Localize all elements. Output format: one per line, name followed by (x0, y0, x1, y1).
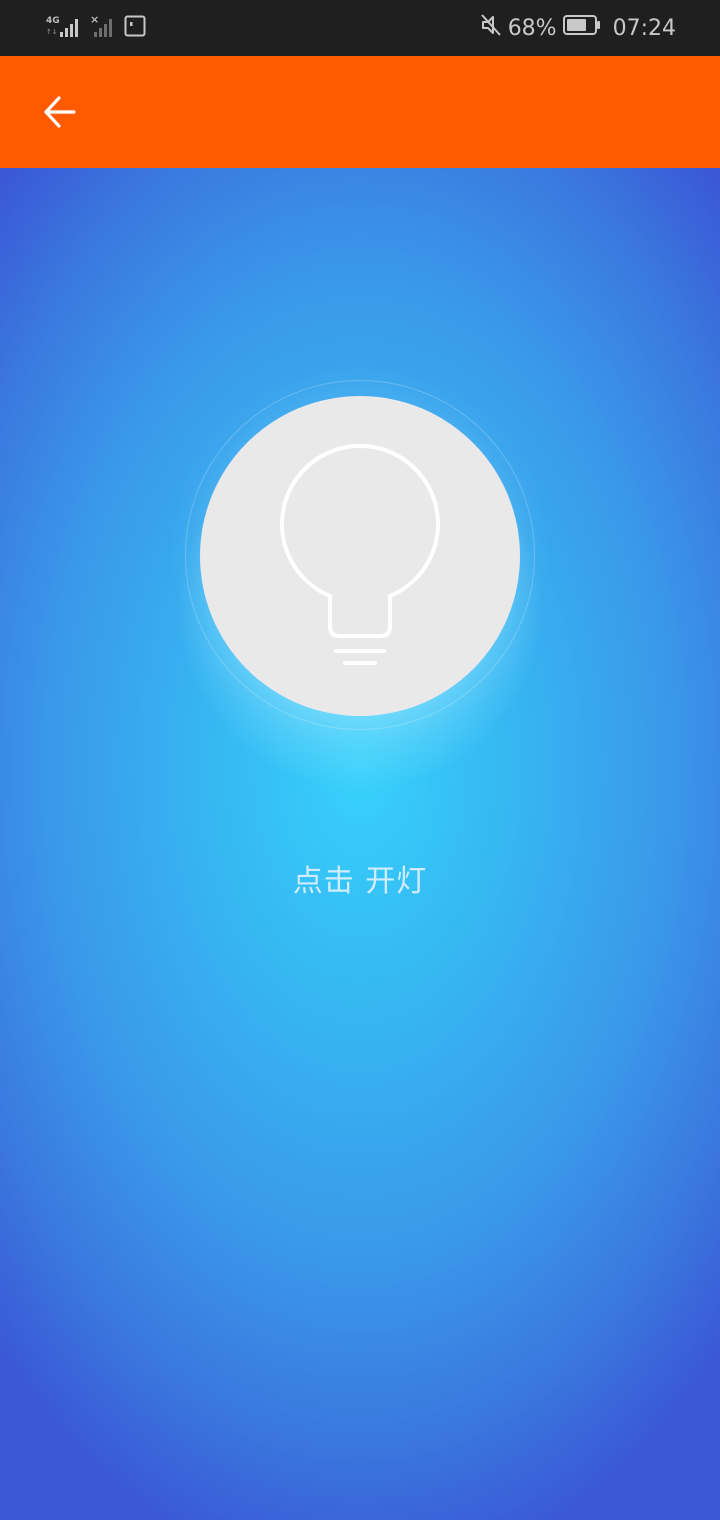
sim-card-icon (124, 15, 146, 41)
light-bulb-icon (280, 444, 440, 665)
battery-percent: 68% (507, 15, 557, 41)
signal-4g-icon: 4G ↑↓ (46, 14, 82, 42)
battery-icon (562, 14, 601, 42)
arrow-left-icon (44, 96, 76, 128)
back-button[interactable] (30, 82, 90, 142)
status-right: 68% 07:24 (480, 12, 676, 44)
svg-text:4G: 4G (46, 16, 60, 26)
lamp-toggle-button[interactable] (200, 396, 520, 716)
app-bar (0, 56, 720, 168)
mute-icon (480, 13, 502, 43)
toggle-hint-text: 点击 开灯 (292, 864, 428, 899)
light-control-screen: 4G ↑↓ × 68% 07:24 点击 开灯 (0, 0, 720, 1520)
status-bar: 4G ↑↓ × 68% 07:24 (0, 0, 720, 56)
svg-text:↑↓: ↑↓ (46, 28, 58, 36)
clock: 07:24 (612, 15, 676, 41)
signal-off-icon: × (90, 13, 116, 42)
svg-text:×: × (90, 14, 99, 26)
status-left: 4G ↑↓ × (46, 13, 146, 42)
light-panel: 点击 开灯 (0, 168, 720, 1520)
